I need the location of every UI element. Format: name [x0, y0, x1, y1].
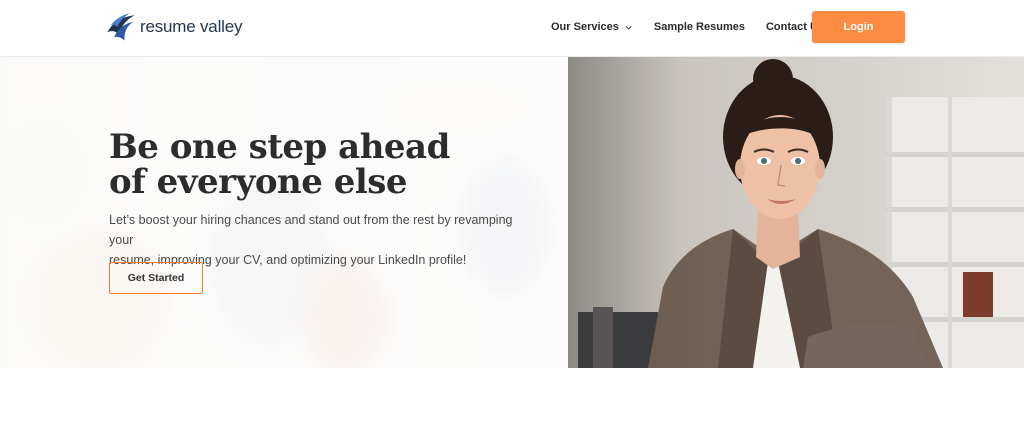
chevron-down-icon — [625, 25, 632, 30]
hero-title-line-1: Be one step ahead — [109, 127, 450, 167]
hero-section: Be one step ahead of everyone else Let’s… — [0, 57, 1024, 368]
hero-woman-photo — [568, 57, 1024, 368]
brand-name: resume valley — [140, 17, 243, 36]
site-header: resume valley Our Services Sample Resume… — [0, 0, 1024, 57]
nav-sample-resumes[interactable]: Sample Resumes — [654, 21, 745, 33]
hero-title-line-2: of everyone else — [109, 162, 408, 202]
get-started-button[interactable]: Get Started — [109, 262, 203, 294]
nav-our-services[interactable]: Our Services — [551, 21, 632, 33]
hero-subtitle: Let’s boost your hiring chances and stan… — [109, 210, 529, 270]
hero-title: Be one step ahead of everyone else — [109, 130, 549, 200]
brand-logo[interactable]: resume valley — [104, 9, 242, 45]
main-nav: Our Services Sample Resumes Contact Us — [551, 18, 824, 36]
nav-sample-resumes-label: Sample Resumes — [653, 21, 745, 33]
woman-portrait-illustration — [568, 57, 1024, 368]
nav-our-services-label: Our Services — [551, 21, 619, 33]
resume-valley-logo-icon — [107, 13, 135, 41]
hero-subtitle-line-1: Let’s boost your hiring chances and stan… — [109, 213, 513, 247]
login-button[interactable]: Login — [812, 11, 905, 43]
